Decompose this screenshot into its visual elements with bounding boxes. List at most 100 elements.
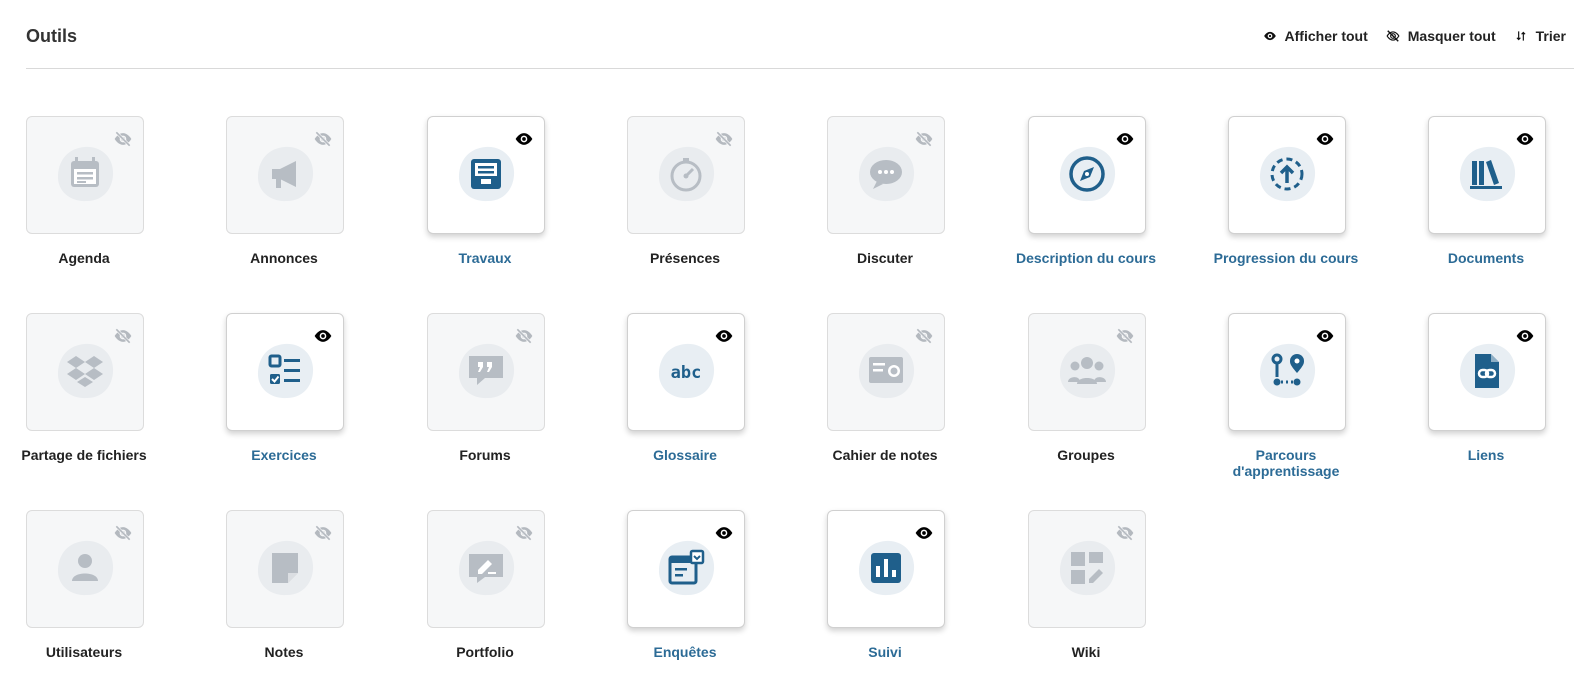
visibility-toggle[interactable] [1115, 131, 1135, 147]
tool-tile[interactable]: Liens [1428, 313, 1546, 463]
tool-card[interactable] [226, 313, 344, 431]
tool-tile[interactable]: Documents [1428, 116, 1546, 266]
visibility-toggle[interactable] [113, 328, 133, 344]
tool-label[interactable]: Description du cours [1011, 250, 1161, 266]
tool-label[interactable]: Enquêtes [610, 644, 760, 660]
tool-card[interactable] [26, 116, 144, 234]
tool-card[interactable]: abc [627, 313, 745, 431]
tool-card[interactable] [26, 313, 144, 431]
tool-label[interactable]: Présences [610, 250, 760, 266]
tool-label[interactable]: Forums [410, 447, 560, 463]
visibility-toggle[interactable] [1315, 328, 1335, 344]
tool-card[interactable] [827, 313, 945, 431]
tool-tile[interactable]: Forums [427, 313, 545, 463]
tool-tile[interactable]: Exercices [226, 313, 344, 463]
visibility-toggle[interactable] [914, 525, 934, 541]
show-all-button[interactable]: Afficher tout [1263, 28, 1368, 44]
tool-card[interactable] [627, 116, 745, 234]
tool-card[interactable] [627, 510, 745, 628]
visibility-toggle[interactable] [714, 525, 734, 541]
tool-card[interactable] [1228, 313, 1346, 431]
tool-card[interactable] [226, 116, 344, 234]
bar-chart-icon [855, 537, 917, 599]
tool-label[interactable]: Travaux [410, 250, 560, 266]
visibility-toggle[interactable] [1115, 328, 1135, 344]
tool-label[interactable]: Suivi [810, 644, 960, 660]
visibility-toggle[interactable] [113, 131, 133, 147]
tool-tile[interactable]: Cahier de notes [827, 313, 945, 463]
tool-label[interactable]: Partage de fichiers [9, 447, 159, 463]
tool-tile[interactable]: Présences [627, 116, 745, 266]
tool-label[interactable]: Glossaire [610, 447, 760, 463]
tool-label[interactable]: Parcours d'apprentissage [1211, 447, 1361, 479]
tool-card[interactable] [1228, 116, 1346, 234]
tool-label[interactable]: Progression du cours [1211, 250, 1361, 266]
tool-label[interactable]: Agenda [9, 250, 159, 266]
tool-label[interactable]: Notes [209, 644, 359, 660]
header-actions: Afficher tout Masquer tout Trier [1263, 28, 1566, 44]
books-icon [1456, 143, 1518, 205]
tool-label[interactable]: Cahier de notes [810, 447, 960, 463]
tool-card[interactable] [1428, 313, 1546, 431]
visibility-toggle[interactable] [313, 525, 333, 541]
tool-tile[interactable]: Parcours d'apprentissage [1228, 313, 1346, 479]
sort-button[interactable]: Trier [1514, 28, 1566, 44]
tool-label[interactable]: Exercices [209, 447, 359, 463]
visibility-toggle[interactable] [714, 131, 734, 147]
tool-label[interactable]: Wiki [1011, 644, 1161, 660]
tool-card[interactable] [827, 116, 945, 234]
tool-label[interactable]: Annonces [209, 250, 359, 266]
tool-label[interactable]: Groupes [1011, 447, 1161, 463]
eye-slash-icon [515, 328, 533, 344]
tool-tile[interactable]: Groupes [1028, 313, 1146, 463]
tool-tile[interactable]: Progression du cours [1214, 116, 1358, 266]
tool-card[interactable] [26, 510, 144, 628]
visibility-toggle[interactable] [1515, 131, 1535, 147]
tool-tile[interactable]: Wiki [1028, 510, 1146, 660]
tool-tile[interactable]: Utilisateurs [26, 510, 144, 660]
eye-icon [1263, 31, 1276, 41]
visibility-toggle[interactable] [514, 131, 534, 147]
tool-card[interactable] [427, 116, 545, 234]
tool-tile[interactable]: Portfolio [427, 510, 545, 660]
visibility-toggle[interactable] [714, 328, 734, 344]
tool-tile[interactable]: Agenda [26, 116, 144, 266]
tool-tile[interactable]: Travaux [427, 116, 545, 266]
tool-card[interactable] [427, 510, 545, 628]
tool-tile[interactable]: Enquêtes [627, 510, 745, 660]
tool-label[interactable]: Liens [1411, 447, 1561, 463]
visibility-toggle[interactable] [113, 525, 133, 541]
tool-card[interactable] [1428, 116, 1546, 234]
tool-card[interactable] [1028, 313, 1146, 431]
tool-tile[interactable]: Description du cours [1016, 116, 1156, 266]
note-icon [254, 537, 316, 599]
visibility-toggle[interactable] [1315, 131, 1335, 147]
progress-upload-icon [1256, 143, 1318, 205]
eye-icon [1316, 133, 1334, 145]
tool-tile[interactable]: Partage de fichiers [21, 313, 147, 463]
tool-card[interactable] [827, 510, 945, 628]
tool-label[interactable]: Documents [1411, 250, 1561, 266]
tool-card[interactable] [226, 510, 344, 628]
tool-label[interactable]: Utilisateurs [9, 644, 159, 660]
visibility-toggle[interactable] [313, 328, 333, 344]
tool-tile[interactable]: Discuter [827, 116, 945, 266]
visibility-toggle[interactable] [914, 131, 934, 147]
hide-all-button[interactable]: Masquer tout [1386, 28, 1496, 44]
tool-tile[interactable]: Notes [226, 510, 344, 660]
tool-tile[interactable]: abc Glossaire [627, 313, 745, 463]
tool-label[interactable]: Discuter [810, 250, 960, 266]
visibility-toggle[interactable] [1515, 328, 1535, 344]
visibility-toggle[interactable] [514, 525, 534, 541]
visibility-toggle[interactable] [313, 131, 333, 147]
visibility-toggle[interactable] [514, 328, 534, 344]
tool-card[interactable] [1028, 116, 1146, 234]
tool-label[interactable]: Portfolio [410, 644, 560, 660]
tool-card[interactable] [427, 313, 545, 431]
visibility-toggle[interactable] [914, 328, 934, 344]
tools-header: Outils Afficher tout Masquer tout Trier [26, 0, 1574, 69]
visibility-toggle[interactable] [1115, 525, 1135, 541]
tool-tile[interactable]: Suivi [827, 510, 945, 660]
tool-tile[interactable]: Annonces [226, 116, 344, 266]
tool-card[interactable] [1028, 510, 1146, 628]
